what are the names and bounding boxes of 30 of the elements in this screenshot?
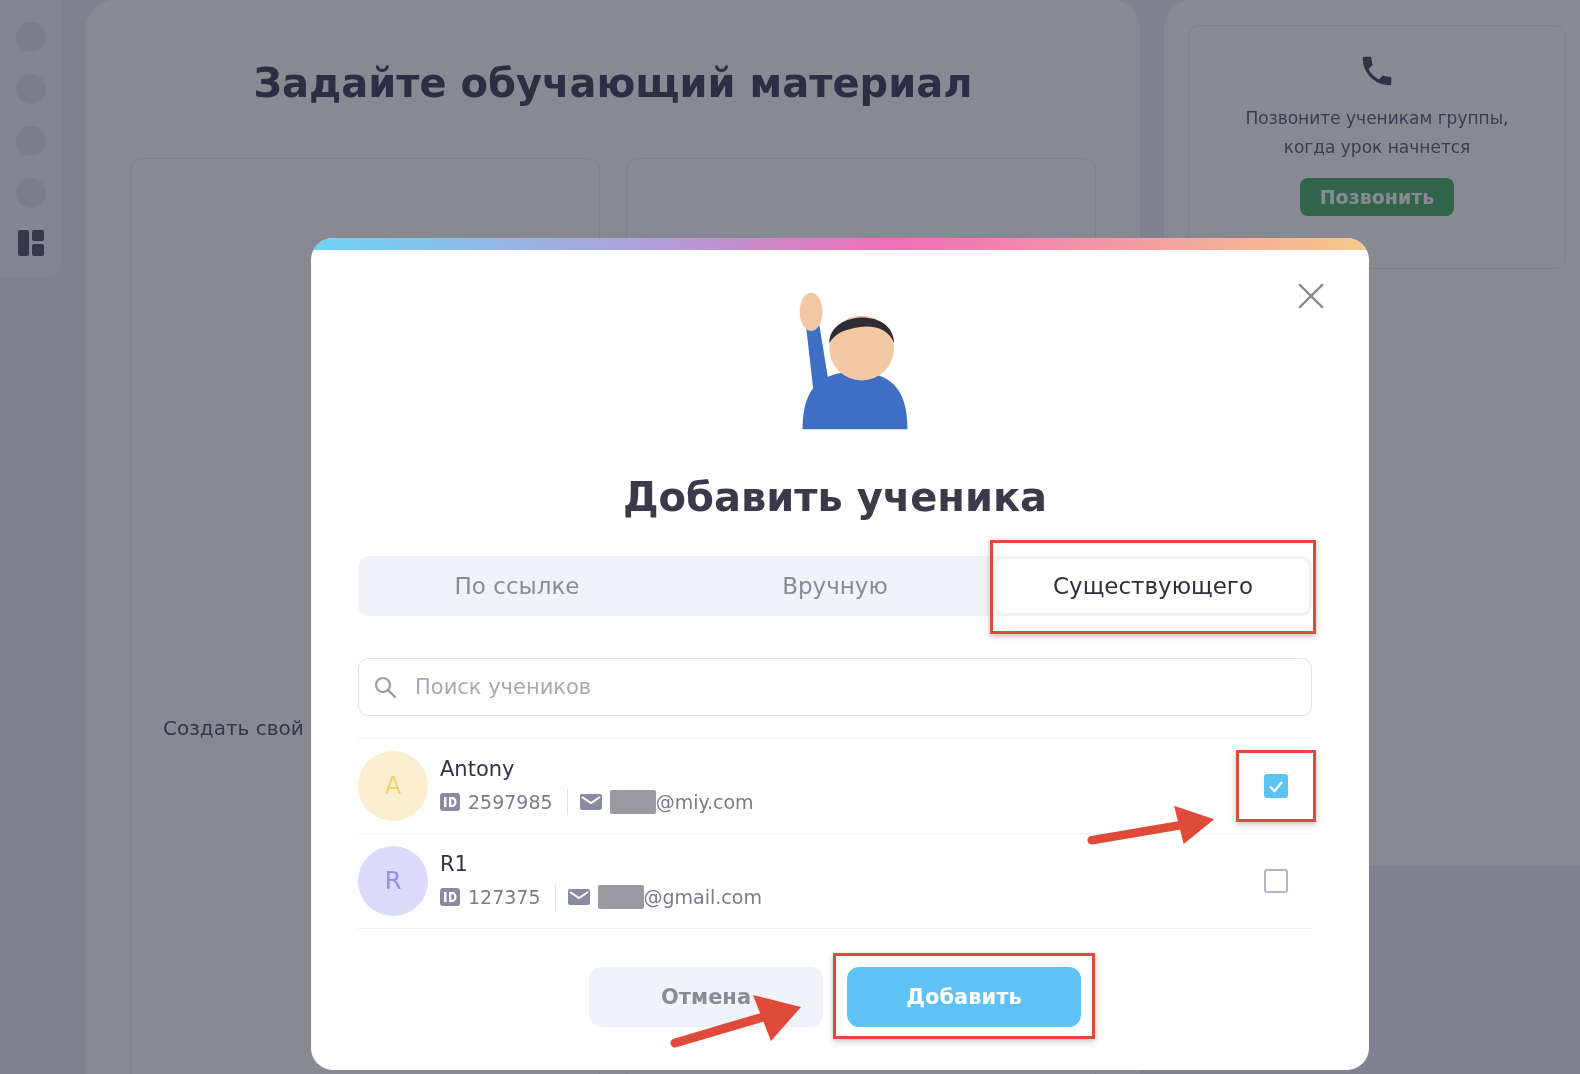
- checkbox[interactable]: [1264, 774, 1288, 798]
- blurred-block: [597, 885, 644, 909]
- checkbox[interactable]: [1264, 869, 1288, 893]
- create-label[interactable]: Создать свой: [163, 716, 304, 740]
- blurred-block: [609, 790, 656, 814]
- add-button[interactable]: Добавить: [847, 967, 1081, 1027]
- tab[interactable]: Вручную: [676, 556, 994, 616]
- student-id: 2597985: [468, 791, 553, 813]
- envelope-icon: [579, 794, 602, 810]
- call-hint: Позвоните ученикам группы, когда урок начнется: [1245, 107, 1509, 159]
- search-field[interactable]: Поиск учеников: [358, 658, 1312, 716]
- call-button[interactable]: Позвонить: [1299, 178, 1455, 216]
- tab[interactable]: Существующего: [997, 559, 1309, 613]
- close-icon[interactable]: [1297, 282, 1325, 310]
- id-badge-icon: [440, 793, 460, 811]
- id-badge-icon: [440, 888, 460, 906]
- cancel-button[interactable]: Отмена: [589, 967, 823, 1027]
- student-name: Antony: [440, 757, 516, 781]
- student-id: 127375: [468, 886, 541, 908]
- avatar: R: [358, 846, 428, 916]
- search-icon: [373, 675, 397, 699]
- page-title: Задайте обучающий материал: [252, 60, 974, 106]
- envelope-icon: [567, 889, 590, 905]
- email-domain: @gmail.com: [643, 886, 762, 908]
- dialog-title: Добавить ученика: [621, 474, 1049, 520]
- tab[interactable]: По ссылке: [358, 556, 676, 616]
- student-name: R1: [440, 852, 469, 876]
- email-domain: @miy.com: [655, 791, 754, 813]
- dashboard-icon[interactable]: [18, 230, 44, 256]
- avatar: A: [358, 751, 428, 821]
